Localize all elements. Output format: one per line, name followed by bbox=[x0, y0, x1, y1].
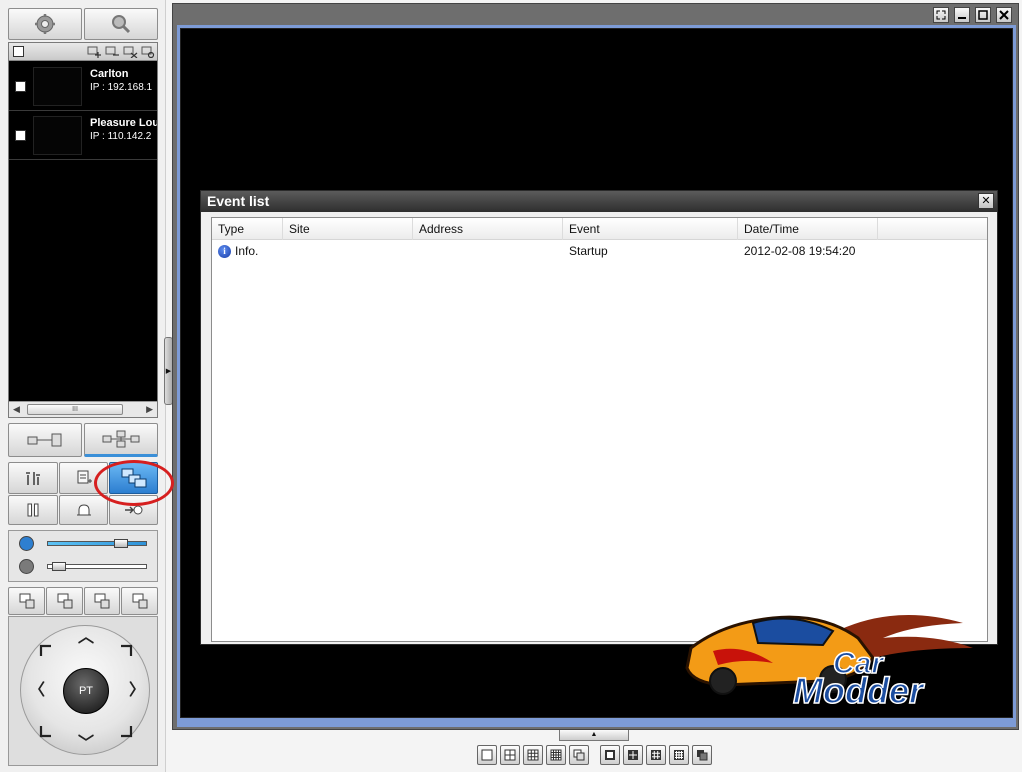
view-nine-icon bbox=[651, 750, 661, 760]
layout-4-button[interactable] bbox=[500, 745, 520, 765]
ptz-iris-button[interactable] bbox=[84, 587, 120, 615]
window-controls bbox=[933, 7, 1012, 23]
bottom-expand-tab[interactable]: ▲ bbox=[559, 730, 629, 741]
pause-button[interactable] bbox=[8, 495, 58, 525]
site-list-header bbox=[9, 43, 157, 61]
minimize-button[interactable] bbox=[954, 7, 970, 23]
ptz-control: ︿ ﹀ 〈 〉 PT bbox=[8, 616, 158, 766]
ptz-focus-button[interactable] bbox=[46, 587, 83, 615]
site-checkbox[interactable] bbox=[15, 81, 26, 92]
maximize-icon bbox=[978, 10, 988, 20]
site-name: Carlton bbox=[90, 68, 129, 80]
alarm-button[interactable] bbox=[59, 495, 108, 525]
scroll-left-icon[interactable]: ◀ bbox=[13, 404, 20, 415]
ptz-preset-button[interactable] bbox=[8, 587, 45, 615]
tools-button[interactable] bbox=[8, 462, 58, 494]
layout-9-button[interactable] bbox=[523, 745, 543, 765]
highlight-annotation bbox=[94, 460, 174, 506]
connect-icon bbox=[27, 433, 62, 447]
layout-16-button[interactable] bbox=[546, 745, 566, 765]
cell-datetime: 2012-02-08 19:54:20 bbox=[744, 244, 856, 258]
site-ip: IP : 110.142.2 bbox=[90, 131, 152, 142]
select-all-checkbox[interactable] bbox=[13, 46, 24, 57]
microphone-icon[interactable] bbox=[19, 559, 34, 574]
site-list: Carlton IP : 192.168.1 Pleasure Lou IP :… bbox=[8, 42, 158, 418]
cascade-button[interactable] bbox=[569, 745, 589, 765]
view-cascade-button[interactable] bbox=[692, 745, 712, 765]
view-nine-button[interactable] bbox=[646, 745, 666, 765]
site-thumbnail bbox=[33, 116, 82, 155]
event-table-header: Type Site Address Event Date/Time bbox=[212, 218, 987, 240]
fullscreen-button[interactable] bbox=[933, 7, 949, 23]
column-header-type[interactable]: Type bbox=[212, 218, 283, 240]
layout-9-icon bbox=[527, 749, 539, 761]
speaker-icon[interactable] bbox=[19, 536, 34, 551]
layout-toolbar bbox=[477, 745, 712, 765]
layout-1-button[interactable] bbox=[477, 745, 497, 765]
cell-event: Startup bbox=[569, 244, 608, 258]
view-quad-button[interactable] bbox=[623, 745, 643, 765]
info-icon: i bbox=[218, 245, 231, 258]
ptz-menu-button[interactable] bbox=[121, 587, 158, 615]
magnifier-icon bbox=[112, 15, 131, 34]
volume-slider-track[interactable] bbox=[47, 541, 147, 546]
view-sixteen-button[interactable] bbox=[669, 745, 689, 765]
cell-type: Info. bbox=[235, 244, 259, 258]
gear-icon bbox=[35, 14, 55, 34]
network-icon bbox=[102, 430, 140, 448]
camera-triangle-icon bbox=[94, 593, 110, 609]
search-button[interactable] bbox=[84, 8, 158, 40]
multi-connect-button[interactable] bbox=[84, 423, 158, 457]
site-row[interactable]: Carlton IP : 192.168.1 bbox=[9, 62, 157, 111]
site-edit-icons[interactable] bbox=[87, 46, 155, 58]
maximize-button[interactable] bbox=[975, 7, 991, 23]
audio-slider-box bbox=[8, 530, 158, 582]
scroll-right-icon[interactable]: ▶ bbox=[146, 404, 153, 415]
event-list-dialog: Event list ✕ Type Site Address Event Dat… bbox=[200, 190, 998, 645]
site-checkbox[interactable] bbox=[15, 130, 26, 141]
ptz-center-button[interactable]: PT bbox=[63, 668, 109, 714]
column-header-site[interactable]: Site bbox=[283, 218, 413, 240]
cascade-icon bbox=[573, 749, 585, 761]
settings-button[interactable] bbox=[8, 8, 82, 40]
camera-person-icon bbox=[57, 593, 72, 609]
ptz-ring[interactable]: ︿ ﹀ 〈 〉 PT bbox=[20, 625, 150, 755]
document-add-icon bbox=[77, 470, 92, 484]
column-header-address[interactable]: Address bbox=[413, 218, 563, 240]
site-ip: IP : 192.168.1 bbox=[90, 82, 153, 93]
mic-slider-knob[interactable] bbox=[52, 562, 67, 571]
layout-4-icon bbox=[504, 749, 516, 761]
view-cascade-icon bbox=[697, 750, 708, 761]
logo-word-modder: Modder bbox=[793, 670, 925, 711]
site-row[interactable]: Pleasure Lou IP : 110.142.2 bbox=[9, 111, 157, 160]
close-window-button[interactable] bbox=[996, 7, 1012, 23]
fullscreen-icon bbox=[936, 10, 946, 20]
wrench-icon bbox=[26, 472, 40, 485]
dialog-title: Event list bbox=[201, 191, 997, 212]
dialog-close-button[interactable]: ✕ bbox=[978, 193, 994, 209]
column-header-datetime[interactable]: Date/Time bbox=[738, 218, 878, 240]
event-table: Type Site Address Event Date/Time i Info… bbox=[211, 217, 988, 642]
camera-list-icon bbox=[132, 593, 147, 609]
layout-16-icon bbox=[550, 749, 562, 761]
column-header-event[interactable]: Event bbox=[563, 218, 738, 240]
view-single-icon bbox=[605, 750, 615, 760]
bell-icon bbox=[76, 504, 91, 516]
layout-1-icon bbox=[481, 749, 493, 761]
connect-button[interactable] bbox=[8, 423, 82, 457]
close-icon bbox=[999, 10, 1009, 20]
view-quad-icon bbox=[628, 750, 638, 760]
pause-icon bbox=[27, 503, 39, 517]
site-name: Pleasure Lou bbox=[90, 117, 157, 129]
camera-grid-icon bbox=[19, 593, 34, 609]
view-single-button[interactable] bbox=[600, 745, 620, 765]
volume-slider-knob[interactable] bbox=[114, 539, 129, 548]
horizontal-scrollbar[interactable]: ◀ III ▶ bbox=[9, 401, 157, 417]
view-sixteen-icon bbox=[674, 750, 684, 760]
car-modder-logo: Car Modder bbox=[685, 615, 973, 712]
left-panel: Carlton IP : 192.168.1 Pleasure Lou IP :… bbox=[0, 0, 166, 772]
minimize-icon bbox=[958, 17, 966, 19]
site-thumbnail bbox=[33, 67, 82, 106]
scroll-thumb[interactable]: III bbox=[27, 404, 123, 415]
